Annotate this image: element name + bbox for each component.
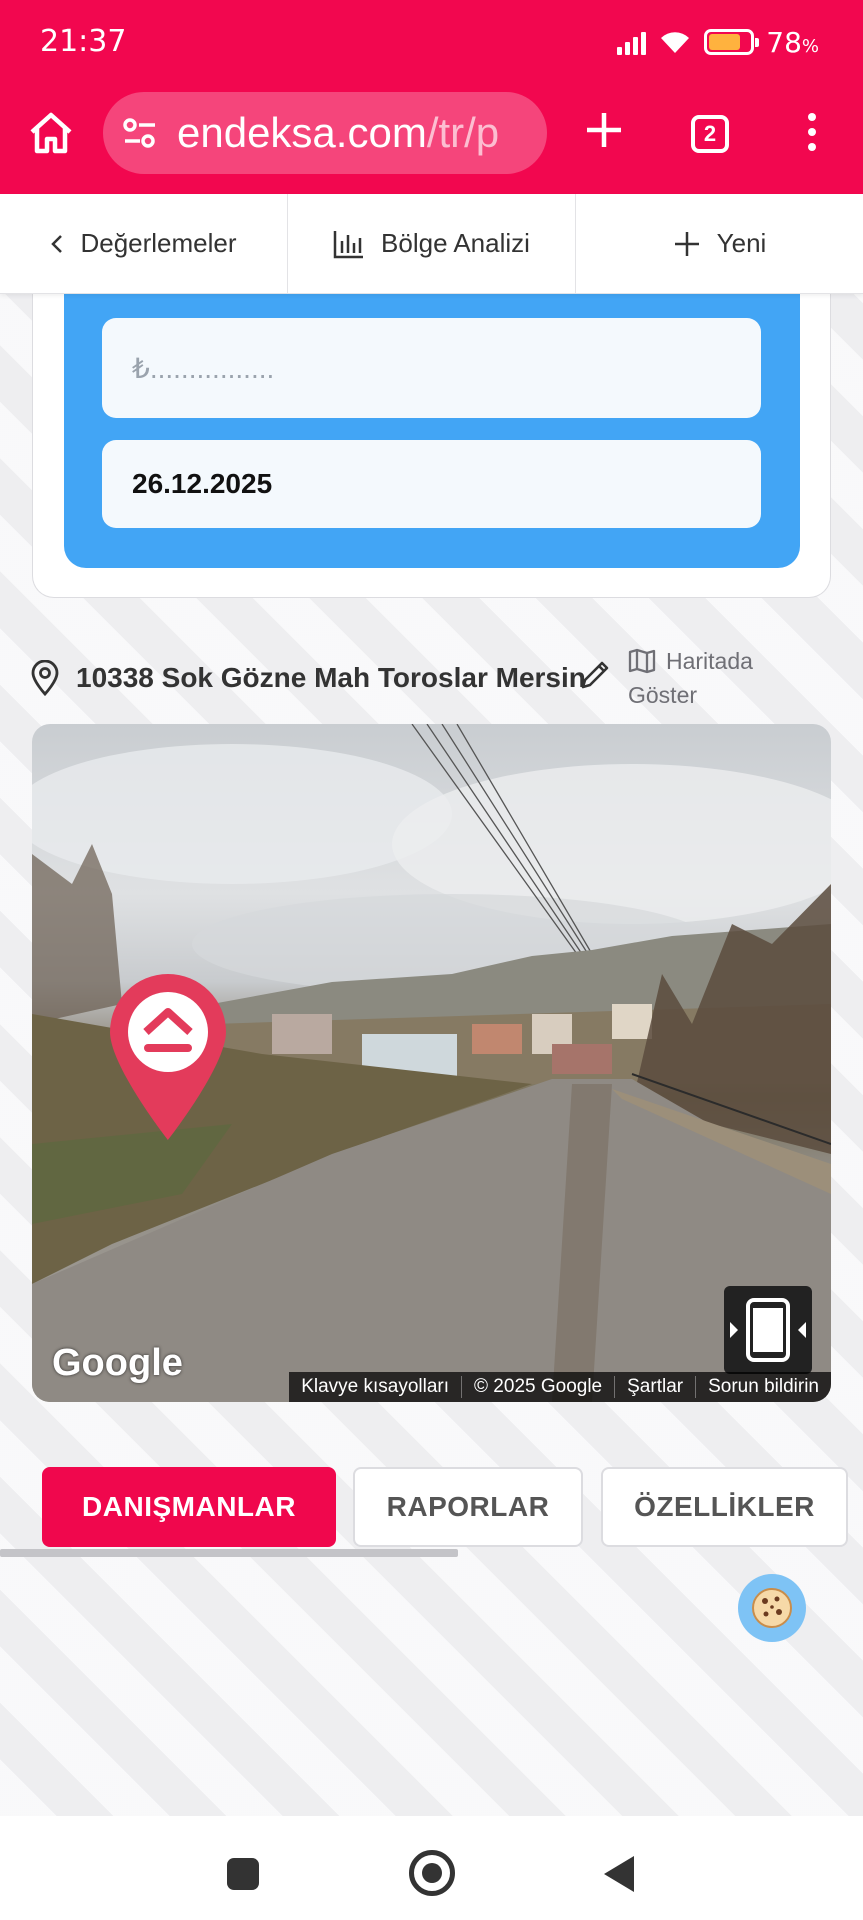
show-on-map-link[interactable]: Haritada Göster — [628, 644, 828, 712]
url-bar[interactable]: endeksa.com/tr/p — [103, 92, 547, 174]
copyright-text: © 2025 Google — [461, 1376, 614, 1398]
google-logo: Google — [52, 1342, 183, 1384]
tab-consultants[interactable]: DANIŞMANLAR — [42, 1467, 336, 1547]
edit-pencil-icon[interactable] — [578, 658, 612, 692]
report-problem-link[interactable]: Sorun bildirin — [695, 1376, 831, 1398]
wifi-icon — [661, 32, 690, 53]
tab-count: 2 — [703, 121, 717, 146]
url-text: endeksa.com/tr/p — [177, 109, 500, 156]
new-valuation-button[interactable]: Yeni — [576, 194, 863, 293]
status-icons: 78% — [617, 24, 819, 60]
status-time: 21:37 — [40, 24, 127, 59]
tab-reports[interactable]: RAPORLAR — [353, 1467, 583, 1547]
nav-label-valuations: Değerlemeler — [80, 228, 237, 258]
keyboard-shortcuts-link[interactable]: Klavye kısayolları — [289, 1376, 461, 1398]
address-text: 10338 Sok Gözne Mah Toroslar Mersin — [76, 662, 586, 693]
back-icon[interactable] — [604, 1856, 634, 1892]
new-tab-icon[interactable] — [584, 110, 624, 150]
price-placeholder: ₺................ — [132, 352, 275, 384]
region-analysis-button[interactable]: Bölge Analizi — [288, 194, 576, 293]
chevron-left-icon — [51, 234, 63, 253]
bar-chart-icon — [333, 230, 364, 258]
horizontal-scrollbar[interactable] — [0, 1549, 458, 1557]
tab-features[interactable]: ÖZELLİKLER — [601, 1467, 848, 1547]
price-input[interactable]: ₺................ — [102, 318, 761, 418]
browser-chrome: 21:37 78% endeksa.com/tr/p 2 — [0, 0, 863, 194]
plus-icon — [674, 231, 699, 256]
system-navigation-bar — [0, 1816, 863, 1920]
recent-apps-icon[interactable] — [227, 1858, 259, 1890]
back-to-valuations-button[interactable]: Değerlemeler — [0, 194, 288, 293]
site-settings-icon[interactable] — [121, 114, 159, 152]
location-pin-icon — [31, 660, 59, 696]
more-menu-icon[interactable] — [800, 113, 824, 153]
date-input[interactable]: 26.12.2025 — [102, 440, 761, 528]
tab-switcher-button[interactable]: 2 — [691, 115, 729, 153]
terms-link[interactable]: Şartlar — [614, 1376, 695, 1398]
home-icon[interactable] — [26, 108, 76, 158]
map-icon — [628, 648, 656, 674]
battery-icon — [704, 29, 760, 55]
home-button-icon[interactable] — [409, 1850, 455, 1896]
cookie-icon — [752, 1588, 792, 1628]
cookie-settings-button[interactable] — [738, 1574, 806, 1642]
app-nav: Değerlemeler Bölge Analizi Yeni — [0, 194, 863, 294]
section-tabs: DANIŞMANLAR RAPORLAR ÖZELLİKLER — [42, 1467, 848, 1547]
date-value: 26.12.2025 — [132, 468, 273, 499]
nav-label-region-analysis: Bölge Analizi — [381, 228, 530, 258]
street-view-footer: Klavye kısayolları © 2025 Google Şartlar… — [289, 1372, 831, 1402]
address-row: 10338 Sok Gözne Mah Toroslar Mersin Hari… — [30, 640, 830, 720]
rotate-view-control[interactable] — [724, 1286, 812, 1374]
signal-icon — [617, 29, 647, 55]
device-rotate-icon — [730, 1298, 806, 1362]
street-view-panorama[interactable]: Google Klavye kısayolları © 2025 Google … — [32, 724, 831, 1402]
battery-percent: 78% — [766, 25, 819, 59]
location-marker-icon — [110, 974, 226, 1140]
nav-label-new: Yeni — [716, 228, 767, 258]
